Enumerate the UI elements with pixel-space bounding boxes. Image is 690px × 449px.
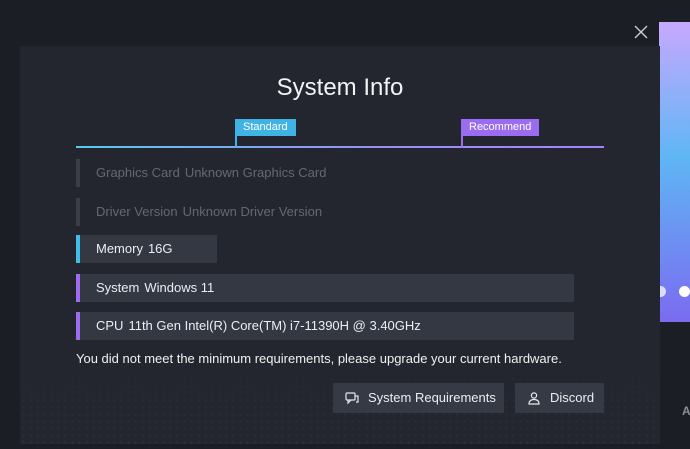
spec-row-memory: Memory 16G bbox=[76, 235, 217, 263]
spec-value: Unknown Graphics Card bbox=[184, 165, 327, 180]
discord-label: Discord bbox=[550, 390, 595, 405]
background-banner bbox=[659, 22, 690, 322]
recommend-marker: Recommend bbox=[461, 119, 540, 136]
close-icon bbox=[634, 25, 648, 39]
standard-marker-stem bbox=[235, 135, 237, 147]
spec-label: Graphics Card bbox=[96, 165, 180, 180]
spec-row-graphics-card: Graphics Card Unknown Graphics Card bbox=[76, 159, 376, 187]
background-text: A bbox=[682, 404, 690, 418]
discord-button[interactable]: Discord bbox=[515, 383, 604, 413]
spec-value: 11th Gen Intel(R) Core(TM) i7-11390H @ 3… bbox=[128, 318, 421, 333]
recommend-marker-stem bbox=[461, 135, 463, 147]
spec-row-driver-version: Driver Version Unknown Driver Version bbox=[76, 198, 376, 226]
spec-row-system: System Windows 11 bbox=[76, 274, 574, 302]
spec-value: Windows 11 bbox=[144, 280, 215, 295]
requirement-warning: You did not meet the minimum requirement… bbox=[76, 351, 562, 366]
spec-label: Memory bbox=[96, 241, 143, 256]
system-requirements-label: System Requirements bbox=[368, 390, 496, 405]
system-requirements-button[interactable]: System Requirements bbox=[333, 383, 504, 413]
spec-label: Driver Version bbox=[96, 204, 178, 219]
spec-label: CPU bbox=[96, 318, 124, 333]
system-info-dialog: System Info Standard Recommend Graphics … bbox=[20, 46, 660, 444]
close-button[interactable] bbox=[632, 23, 650, 41]
dialog-title: System Info bbox=[276, 74, 404, 101]
carousel-dots bbox=[655, 286, 690, 300]
chat-icon bbox=[345, 391, 359, 405]
user-icon bbox=[527, 391, 541, 405]
spec-value: Unknown Driver Version bbox=[182, 204, 323, 219]
spec-label: System bbox=[96, 280, 140, 295]
spec-row-cpu: CPU 11th Gen Intel(R) Core(TM) i7-11390H … bbox=[76, 312, 574, 340]
standard-marker: Standard bbox=[235, 119, 296, 136]
spec-value: 16G bbox=[147, 241, 173, 256]
requirement-scale bbox=[76, 146, 604, 148]
carousel-dot-active[interactable] bbox=[679, 286, 690, 297]
